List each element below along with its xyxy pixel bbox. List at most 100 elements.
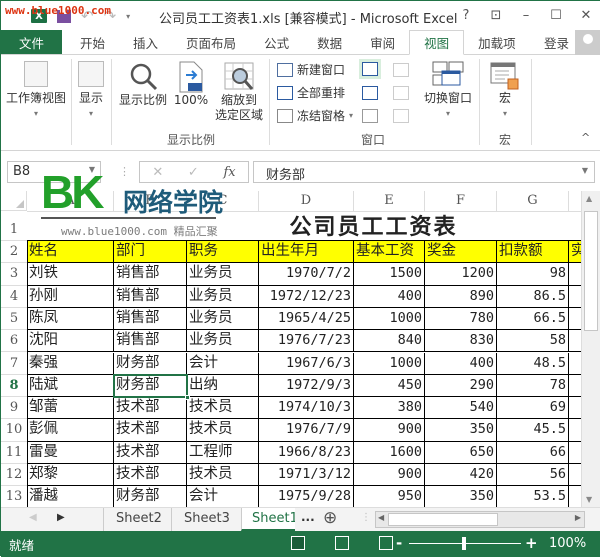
table-cell[interactable]: 1000	[354, 352, 425, 375]
sheet-tab-sheet1[interactable]: Sheet1	[241, 508, 295, 531]
table-cell[interactable]: 1971/3/12	[259, 464, 354, 487]
cell-empty[interactable]	[569, 397, 581, 420]
column-header[interactable]: E	[354, 191, 425, 211]
reset-window-position-icon[interactable]	[393, 109, 409, 123]
table-cell[interactable]: 技术员	[187, 397, 259, 420]
collapse-ribbon-button[interactable]: ^	[581, 131, 590, 144]
table-cell[interactable]: 财务部	[114, 486, 187, 507]
table-cell[interactable]: 900	[354, 419, 425, 442]
row-header[interactable]: 4	[1, 286, 27, 308]
table-cell[interactable]: 1966/8/23	[259, 441, 354, 464]
cell-empty[interactable]	[569, 375, 581, 398]
table-cell[interactable]: 业务员	[187, 307, 259, 331]
tab-page-layout[interactable]: 页面布局	[172, 30, 250, 54]
help-button[interactable]: ?	[451, 8, 481, 23]
table-cell[interactable]: 业务员	[187, 330, 259, 353]
formula-bar-grip[interactable]: ⋮	[119, 165, 130, 178]
header-cell[interactable]: 姓名	[27, 241, 114, 264]
horizontal-scroll-thumb[interactable]	[388, 513, 498, 526]
table-cell[interactable]: 900	[354, 464, 425, 487]
table-cell[interactable]: 雷曼	[27, 441, 114, 464]
scroll-left-icon[interactable]: ◀	[378, 513, 384, 522]
show-button[interactable]: 显示 ▾	[75, 59, 107, 121]
zoom-slider-knob[interactable]	[462, 537, 466, 550]
more-sheets-button[interactable]: ...	[301, 510, 315, 524]
table-cell[interactable]: 1976/7/9	[259, 419, 354, 442]
new-window-button[interactable]: 新建窗口	[277, 61, 345, 78]
table-cell[interactable]: 秦强	[27, 352, 114, 375]
table-cell[interactable]: 技术员	[187, 464, 259, 487]
table-cell[interactable]: 技术部	[114, 441, 187, 464]
row-header[interactable]: 10	[1, 419, 27, 442]
row-header[interactable]: 12	[1, 464, 27, 487]
table-cell[interactable]: 650	[425, 441, 497, 464]
row-header[interactable]: 7	[1, 353, 27, 375]
arrange-all-button[interactable]: 全部重排	[277, 84, 345, 101]
cell-empty[interactable]	[569, 464, 581, 487]
table-cell[interactable]: 420	[425, 464, 497, 487]
table-cell[interactable]: 出纳	[187, 374, 259, 398]
table-cell[interactable]: 1200	[425, 263, 497, 286]
table-cell[interactable]: 56	[497, 464, 569, 487]
table-cell[interactable]: 350	[425, 419, 497, 442]
add-sheet-icon[interactable]: ⊕	[323, 508, 337, 528]
table-cell[interactable]: 孙刚	[27, 285, 114, 308]
table-cell[interactable]: 工程师	[187, 441, 259, 464]
table-cell[interactable]: 400	[425, 352, 497, 375]
horizontal-scrollbar[interactable]: ◀ ▶	[375, 511, 585, 528]
zoom-slider[interactable]	[409, 537, 521, 550]
zoom-100-button[interactable]: 100%	[173, 61, 209, 108]
freeze-panes-button[interactable]: 冻结窗格 ▾	[277, 107, 353, 124]
table-cell[interactable]: 1976/7/23	[259, 330, 354, 353]
tab-home[interactable]: 开始	[66, 30, 119, 54]
table-cell[interactable]: 950	[354, 486, 425, 507]
cell-empty[interactable]	[569, 486, 581, 507]
header-cell[interactable]: 基本工资	[354, 241, 425, 264]
table-cell[interactable]: 销售部	[114, 285, 187, 308]
table-cell[interactable]: 1967/6/3	[259, 352, 354, 375]
scroll-down-icon[interactable]: ▼	[586, 495, 592, 504]
table-cell[interactable]: 销售部	[114, 330, 187, 353]
table-cell[interactable]: 业务员	[187, 285, 259, 308]
scroll-up-icon[interactable]: ▲	[586, 194, 592, 203]
cell-empty[interactable]	[569, 419, 581, 442]
table-cell[interactable]: 1000	[354, 307, 425, 331]
zoom-button[interactable]: 显示比例	[115, 61, 171, 108]
table-cell[interactable]: 840	[354, 330, 425, 353]
sheet-title[interactable]: 公司员工工资表	[27, 211, 581, 241]
column-header[interactable]: D	[259, 191, 354, 211]
tab-splitter-grip[interactable]: ⋮	[361, 512, 371, 523]
tab-insert[interactable]: 插入	[119, 30, 172, 54]
vertical-scroll-thumb[interactable]	[584, 211, 598, 331]
table-cell[interactable]: 290	[425, 374, 497, 398]
table-cell[interactable]: 66	[497, 441, 569, 464]
row-header[interactable]: 2	[1, 241, 27, 264]
table-cell[interactable]: 400	[354, 285, 425, 308]
sync-scroll-icon[interactable]	[393, 86, 409, 100]
table-cell[interactable]: 会计	[187, 352, 259, 375]
column-header[interactable]: F	[425, 191, 497, 211]
header-cell[interactable]: 职务	[187, 241, 259, 264]
vertical-scrollbar[interactable]: ▲ ▼	[581, 191, 600, 507]
zoom-to-selection-button[interactable]: 缩放到 选定区域	[213, 61, 265, 123]
table-cell[interactable]: 财务部	[114, 352, 187, 375]
table-cell[interactable]: 1975/9/28	[259, 486, 354, 507]
column-header[interactable]: G	[497, 191, 569, 211]
table-cell[interactable]: 潘越	[27, 486, 114, 507]
table-cell[interactable]: 48.5	[497, 352, 569, 375]
table-cell[interactable]: 销售部	[114, 263, 187, 286]
table-cell[interactable]: 1970/7/2	[259, 263, 354, 286]
table-cell[interactable]: 45.5	[497, 419, 569, 442]
table-cell[interactable]: 1965/4/25	[259, 307, 354, 331]
table-cell[interactable]: 1972/9/3	[259, 374, 354, 398]
sheet-tab-sheet2[interactable]: Sheet2	[103, 508, 174, 531]
table-cell[interactable]: 沈阳	[27, 330, 114, 353]
table-cell[interactable]: 1600	[354, 441, 425, 464]
name-box[interactable]: B8 ▼	[7, 161, 101, 183]
header-cell[interactable]: 奖金	[425, 241, 497, 264]
table-cell[interactable]: 350	[425, 486, 497, 507]
page-break-preview-icon[interactable]	[379, 536, 393, 550]
sign-in-link[interactable]: 登录	[530, 30, 575, 54]
table-cell[interactable]: 业务员	[187, 263, 259, 286]
table-cell[interactable]: 78	[497, 374, 569, 398]
